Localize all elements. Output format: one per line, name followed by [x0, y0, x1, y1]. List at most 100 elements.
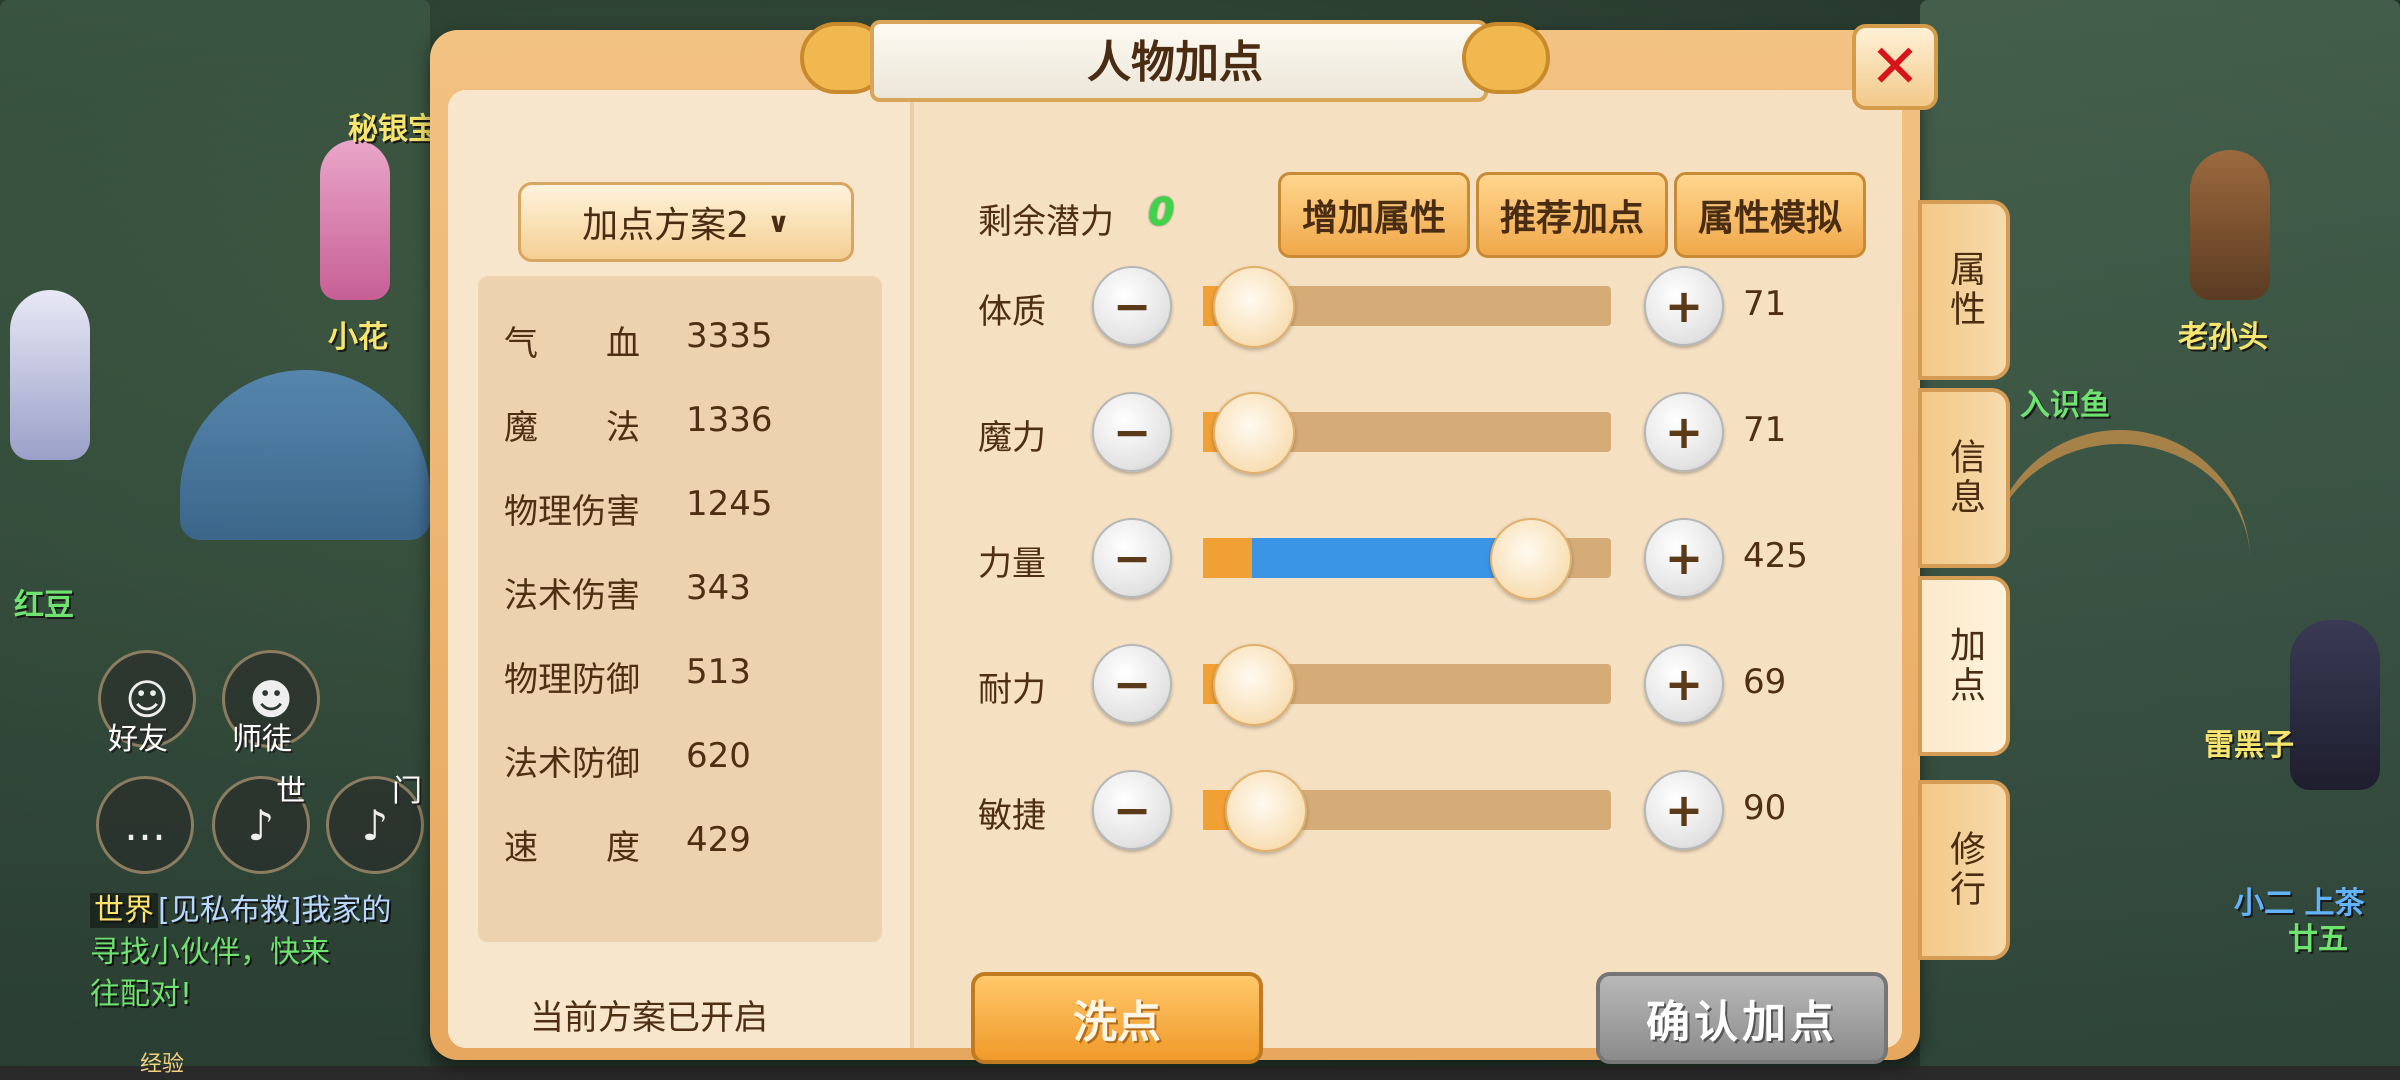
attr-value: 69 — [1743, 662, 1787, 702]
attr-slider[interactable] — [1203, 518, 1611, 600]
npc-xiaohua[interactable] — [320, 140, 390, 300]
stat-label: 魔 法 — [504, 408, 640, 448]
stat-value: 620 — [686, 736, 751, 776]
stat-label: 速 度 — [504, 828, 640, 868]
increase-button[interactable]: + — [1644, 266, 1724, 346]
chat-line-2: 寻找小伙伴，快来 — [90, 935, 330, 970]
wash-points-button[interactable]: 洗点 — [971, 972, 1263, 1064]
tab-add-points[interactable]: 加点 — [1918, 576, 2010, 756]
master-label: 师徒 — [232, 722, 292, 757]
slider-handle[interactable] — [1213, 644, 1295, 726]
chat-line-1: [见私布救]我家的 — [158, 893, 392, 928]
slider-base-fill — [1203, 538, 1252, 578]
plus-icon: + — [1664, 657, 1704, 711]
stat-value: 513 — [686, 652, 751, 692]
increase-button[interactable]: + — [1644, 392, 1724, 472]
stat-row-mp: 魔 法 1336 — [504, 400, 773, 449]
slider-handle[interactable] — [1213, 392, 1295, 474]
attr-slider[interactable] — [1203, 266, 1611, 348]
attr-row: 敏捷 − +90 — [978, 770, 1898, 852]
name-miyinbao: 秘银宝 — [348, 112, 438, 147]
attr-value: 71 — [1743, 284, 1787, 324]
attr-value: 71 — [1743, 410, 1787, 450]
add-attribute-button[interactable]: 增加属性 — [1278, 172, 1470, 258]
chat-bubble-icon[interactable]: … — [96, 776, 194, 874]
increase-button[interactable]: + — [1644, 770, 1724, 850]
stat-value: 429 — [686, 820, 751, 860]
attr-slider[interactable] — [1203, 644, 1611, 726]
attr-name: 魔力 — [978, 418, 1046, 458]
scheme-label: 加点方案2 — [582, 205, 750, 246]
increase-button[interactable]: + — [1644, 644, 1724, 724]
minus-icon: − — [1112, 531, 1152, 585]
npc-laosuntou[interactable] — [2190, 150, 2270, 300]
stat-value: 1336 — [686, 400, 773, 440]
increase-button[interactable]: + — [1644, 518, 1724, 598]
panel-title: 人物加点 — [1087, 37, 1263, 88]
name-rushiyu: 入识鱼 — [2020, 388, 2110, 423]
stat-value: 343 — [686, 568, 751, 608]
decrease-button[interactable]: − — [1092, 770, 1172, 850]
stat-value: 1245 — [686, 484, 773, 524]
stat-label: 物理伤害 — [504, 492, 640, 532]
simulate-attribute-button[interactable]: 属性模拟 — [1674, 172, 1866, 258]
left-column: 加点方案2 ∨ 气 血 3335 魔 法 1336 物理伤害 1245 法术伤害 343… — [448, 90, 914, 1048]
name-leiheizi: 雷黑子 — [2204, 728, 2294, 763]
stat-label: 物理防御 — [504, 660, 640, 700]
slider-handle[interactable] — [1225, 770, 1307, 852]
attr-name: 力量 — [978, 544, 1046, 584]
exp-bar — [0, 1066, 2400, 1080]
stat-row-mag-def: 法术防御 620 — [504, 736, 751, 785]
slider-added-fill — [1252, 538, 1521, 578]
chat-world-tag: 世界 — [90, 893, 158, 928]
stat-label: 法术伤害 — [504, 576, 640, 616]
title-plate: 人物加点 — [800, 12, 1550, 102]
panel-inner: 加点方案2 ∨ 气 血 3335 魔 法 1336 物理伤害 1245 法术伤害 343… — [448, 90, 1902, 1064]
slider-handle[interactable] — [1213, 266, 1295, 348]
decrease-button[interactable]: − — [1092, 266, 1172, 346]
plus-icon: + — [1664, 279, 1704, 333]
scheme-dropdown[interactable]: 加点方案2 ∨ — [518, 182, 854, 262]
attr-value: 425 — [1743, 536, 1808, 576]
name-xiaohua: 小花 — [328, 320, 388, 355]
slider-handle[interactable] — [1490, 518, 1572, 600]
attr-slider[interactable] — [1203, 392, 1611, 474]
tab-cultivation[interactable]: 修行 — [1918, 780, 2010, 960]
plus-icon: + — [1664, 405, 1704, 459]
tab-info[interactable]: 信息 — [1918, 388, 2010, 568]
sect-voice-label: 门 — [392, 774, 422, 809]
close-button[interactable]: ✕ — [1852, 24, 1938, 110]
recommend-points-button[interactable]: 推荐加点 — [1476, 172, 1668, 258]
name-laosuntou: 老孙头 — [2178, 320, 2268, 355]
attr-value: 90 — [1743, 788, 1787, 828]
attribute-points-panel: 加点方案2 ∨ 气 血 3335 魔 法 1336 物理伤害 1245 法术伤害 343… — [430, 20, 2010, 1064]
minus-icon: − — [1112, 405, 1152, 459]
attr-name: 敏捷 — [978, 796, 1046, 836]
stat-row-mag-dmg: 法术伤害 343 — [504, 568, 751, 617]
exp-label: 经验 — [140, 1052, 185, 1077]
decrease-button[interactable]: − — [1092, 392, 1172, 472]
attr-name: 耐力 — [978, 670, 1046, 710]
attr-row: 力量 − +425 — [978, 518, 1898, 600]
scheme-status: 当前方案已开启 — [530, 998, 768, 1038]
attr-row: 体质 − +71 — [978, 266, 1898, 348]
decrease-button[interactable]: − — [1092, 644, 1172, 724]
chat-preview[interactable]: 世界 [见私布救]我家的 寻找小伙伴，快来 往配对! — [90, 890, 430, 1016]
npc-player-left[interactable] — [10, 290, 90, 460]
attr-row: 魔力 − +71 — [978, 392, 1898, 474]
stat-label: 法术防御 — [504, 744, 640, 784]
tab-attributes[interactable]: 属性 — [1918, 200, 2010, 380]
stat-row-speed: 速 度 429 — [504, 820, 751, 869]
confirm-points-button[interactable]: 确认加点 — [1596, 972, 1888, 1064]
decrease-button[interactable]: − — [1092, 518, 1172, 598]
name-hongdou: 红豆 — [14, 588, 74, 623]
stat-row-phys-def: 物理防御 513 — [504, 652, 751, 701]
npc-leiheizi[interactable] — [2290, 620, 2380, 790]
attr-slider[interactable] — [1203, 770, 1611, 852]
plus-icon: + — [1664, 783, 1704, 837]
minus-icon: − — [1112, 279, 1152, 333]
potential-label: 剩余潜力 — [978, 202, 1114, 242]
name-xiaoer: 小二 上茶 — [2234, 886, 2365, 921]
stat-value: 3335 — [686, 316, 773, 356]
world-voice-label: 世 — [276, 774, 306, 809]
